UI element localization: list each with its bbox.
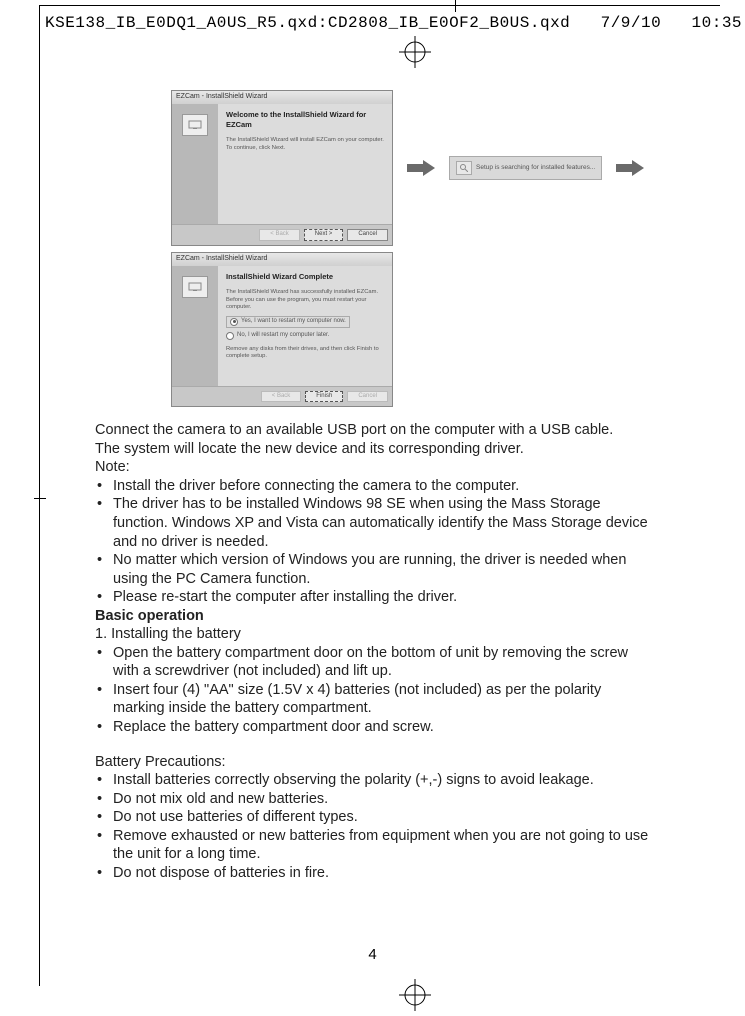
crop-tick-left [34,498,46,499]
next-button[interactable]: Next > [304,229,344,241]
radio-no[interactable] [226,332,234,340]
radio-yes[interactable] [230,318,238,326]
note-label: Note: [95,458,655,477]
header-filename: KSE138_IB_E0DQ1_A0US_R5.qxd:CD2808_IB_E0… [45,14,570,32]
magnifier-icon [456,161,472,175]
computer-icon [182,276,208,298]
back-button[interactable]: < Back [261,391,302,403]
installshield-complete-window: EZCam - InstallShield Wizard InstallShie… [171,252,393,408]
wizard-body-text: The InstallShield Wizard has successfull… [226,289,384,312]
header-time: 10:35 [692,14,743,32]
window-title: EZCam - InstallShield Wizard [172,91,392,104]
arrow-right-icon [407,160,435,176]
radio-yes-label: Yes, I want to restart my computer now. [241,318,346,326]
list-item: Install the driver before connecting the… [95,477,655,496]
list-item: Do not use batteries of different types. [95,808,655,827]
window-title: EZCam - InstallShield Wizard [172,253,392,266]
notes-list: Install the driver before connecting the… [95,477,655,607]
arrow-right-icon [616,160,644,176]
document-header: KSE138_IB_E0DQ1_A0US_R5.qxd:CD2808_IB_E0… [45,14,745,32]
searching-text: Setup is searching for installed feature… [476,164,595,172]
searching-dialog: Setup is searching for installed feature… [449,156,602,180]
registration-mark-top [399,36,431,68]
precautions-heading: Battery Precautions: [95,753,655,772]
finish-button[interactable]: Finish [305,391,343,403]
wizard-body-text-2: Remove any disks from their drives, and … [226,346,384,361]
page-content: EZCam - InstallShield Wizard Welcome to … [95,90,655,882]
radio-no-label: No, I will restart my computer later. [237,332,329,340]
crop-tick-top [455,0,456,12]
list-item: Remove exhausted or new batteries from e… [95,827,655,864]
body-text: Connect the camera to an available USB p… [95,421,655,882]
list-item: Open the battery compartment door on the… [95,644,655,681]
list-item: Replace the battery compartment door and… [95,718,655,737]
list-item: No matter which version of Windows you a… [95,551,655,588]
cancel-button[interactable]: Cancel [347,229,388,241]
list-item: Please re-start the computer after insta… [95,588,655,607]
cancel-button[interactable]: Cancel [347,391,388,403]
basic-operation-heading: Basic operation [95,607,655,626]
precautions-list: Install batteries correctly observing th… [95,771,655,882]
list-item: Do not dispose of batteries in fire. [95,864,655,883]
install-battery-list: Open the battery compartment door on the… [95,644,655,737]
step-heading: 1. Installing the battery [95,625,655,644]
screenshot-row-2: EZCam - InstallShield Wizard InstallShie… [171,252,655,408]
list-item: Do not mix old and new batteries. [95,790,655,809]
paragraph: The system will locate the new device an… [95,440,655,459]
back-button[interactable]: < Back [259,229,300,241]
screenshot-row-1: EZCam - InstallShield Wizard Welcome to … [171,90,655,246]
list-item: The driver has to be installed Windows 9… [95,495,655,551]
computer-icon [182,114,208,136]
wizard-body-text: The InstallShield Wizard will install EZ… [226,137,384,152]
list-item: Install batteries correctly observing th… [95,771,655,790]
list-item: Insert four (4) "AA" size (1.5V x 4) bat… [95,681,655,718]
registration-mark-bottom [399,979,431,1011]
header-date: 7/9/10 [601,14,662,32]
paragraph: Connect the camera to an available USB p… [95,421,655,440]
page-number: 4 [0,946,745,963]
installshield-welcome-window: EZCam - InstallShield Wizard Welcome to … [171,90,393,246]
wizard-heading: Welcome to the InstallShield Wizard for … [226,110,384,129]
wizard-heading: InstallShield Wizard Complete [226,272,384,282]
